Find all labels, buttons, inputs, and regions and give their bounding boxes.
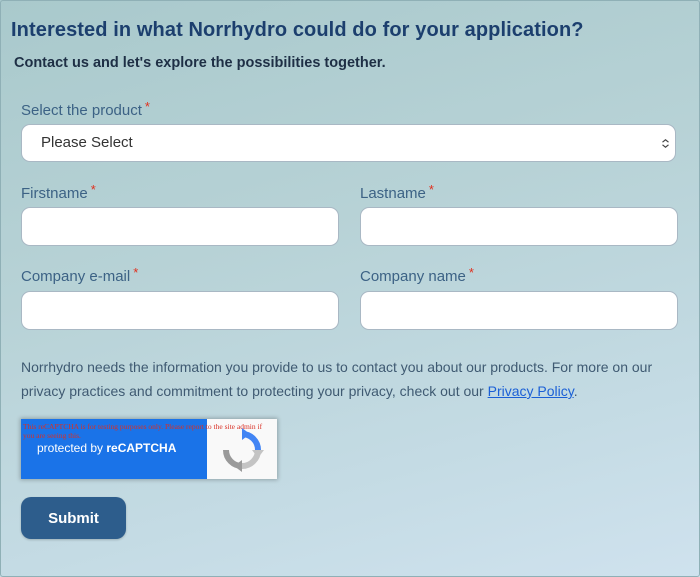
lastname-label: Lastname *: [360, 182, 434, 202]
form-heading: Interested in what Norrhydro could do fo…: [11, 19, 584, 41]
company-name-label: Company name *: [360, 265, 474, 285]
firstname-input[interactable]: [21, 207, 339, 246]
recaptcha-badge[interactable]: This reCAPTCHA is for testing purposes o…: [21, 419, 277, 479]
company-label-text: Company name: [360, 268, 466, 285]
firstname-label: Firstname *: [21, 182, 96, 202]
chevron-updown-icon: [662, 139, 669, 148]
required-marker: *: [428, 182, 434, 197]
required-marker: *: [144, 99, 150, 114]
recaptcha-logo-icon: [223, 428, 264, 472]
lastname-input[interactable]: [360, 207, 678, 246]
firstname-label-text: Firstname: [21, 185, 88, 202]
recaptcha-protected-text: protected by: [37, 441, 107, 455]
email-label: Company e-mail *: [21, 265, 139, 285]
product-label: Select the product *: [21, 99, 150, 119]
recaptcha-brand: reCAPTCHA: [106, 441, 177, 455]
required-marker: *: [468, 265, 474, 280]
product-select[interactable]: Please Select: [21, 124, 676, 162]
company-email-input[interactable]: [21, 291, 339, 330]
lastname-label-text: Lastname: [360, 185, 426, 202]
required-marker: *: [90, 182, 96, 197]
required-marker: *: [133, 265, 139, 280]
privacy-policy-link[interactable]: Privacy Policy: [488, 383, 574, 399]
submit-button[interactable]: Submit: [21, 497, 126, 539]
privacy-suffix: .: [573, 383, 578, 399]
privacy-notice: Norrhydro needs the information you prov…: [21, 355, 671, 403]
email-label-text: Company e-mail: [21, 268, 131, 285]
form-frame: [0, 0, 700, 577]
form-subheading: Contact us and let's explore the possibi…: [14, 55, 386, 71]
product-select-value: Please Select: [41, 134, 133, 151]
recaptcha-protected-by: protected by reCAPTCHA: [37, 441, 176, 455]
company-name-input[interactable]: [360, 291, 678, 330]
product-label-text: Select the product: [21, 102, 142, 119]
